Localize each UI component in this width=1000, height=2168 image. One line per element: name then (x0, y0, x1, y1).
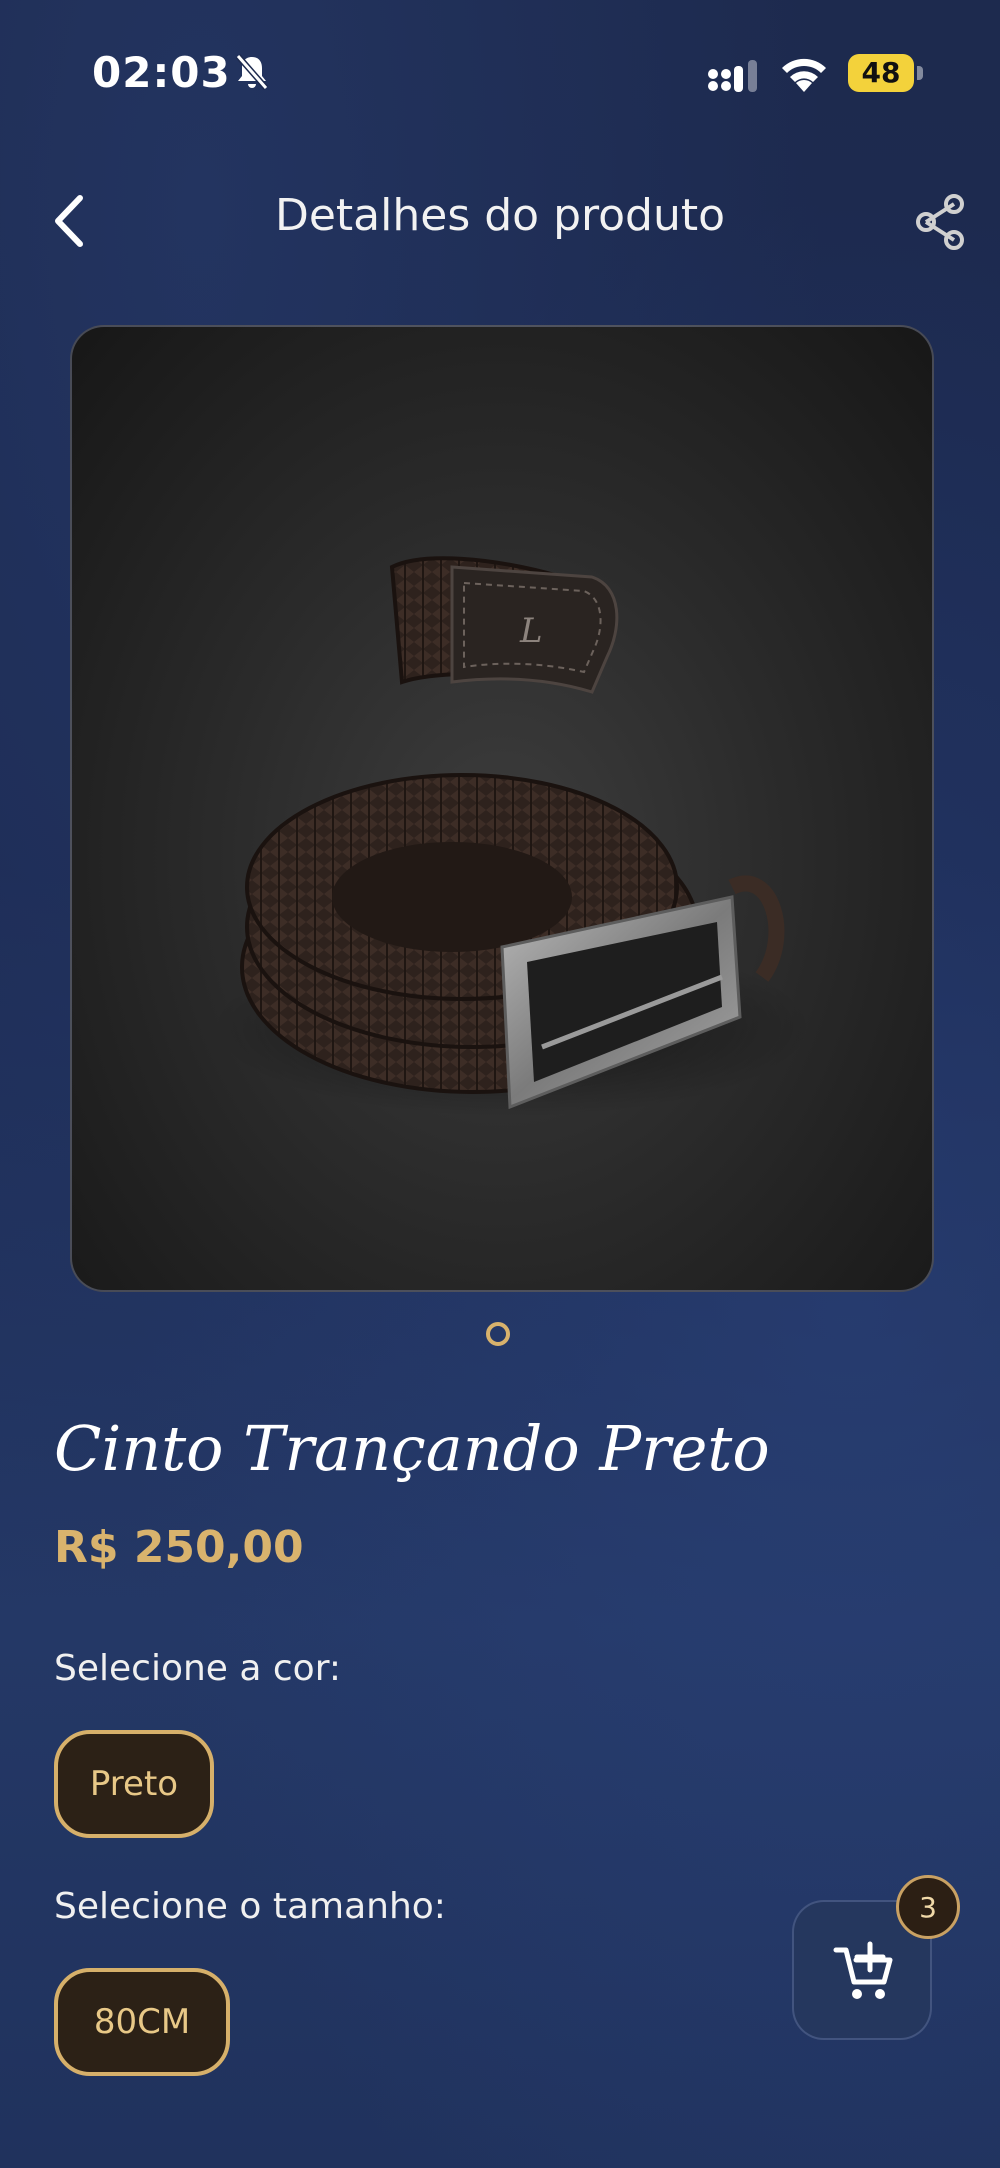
cart-add-icon (833, 1941, 893, 1999)
share-button[interactable] (910, 192, 970, 252)
status-bar: 02:03 48 (0, 0, 1000, 150)
battery-icon: 48 (848, 54, 924, 94)
wifi-icon (782, 58, 826, 92)
page-title: Detalhes do produto (274, 190, 726, 241)
svg-text:L: L (519, 611, 543, 651)
battery-level: 48 (861, 56, 901, 89)
carousel-dot-active[interactable] (486, 1322, 510, 1346)
product-name: Cinto Trançando Preto (54, 1412, 770, 1485)
bell-off-icon (235, 54, 269, 90)
cart-count-badge: 3 (896, 1875, 960, 1939)
status-time: 02:03 (92, 48, 231, 97)
product-image-card[interactable]: L (70, 325, 934, 1292)
share-icon (916, 194, 964, 250)
color-option-preto[interactable]: Preto (54, 1730, 214, 1838)
color-label: Selecione a cor: (54, 1648, 341, 1689)
signal-icon (708, 60, 757, 92)
size-option-80cm[interactable]: 80CM (54, 1968, 230, 2076)
size-label: Selecione o tamanho: (54, 1886, 446, 1927)
product-price: R$ 250,00 (54, 1522, 304, 1573)
product-image: L (212, 556, 812, 1117)
